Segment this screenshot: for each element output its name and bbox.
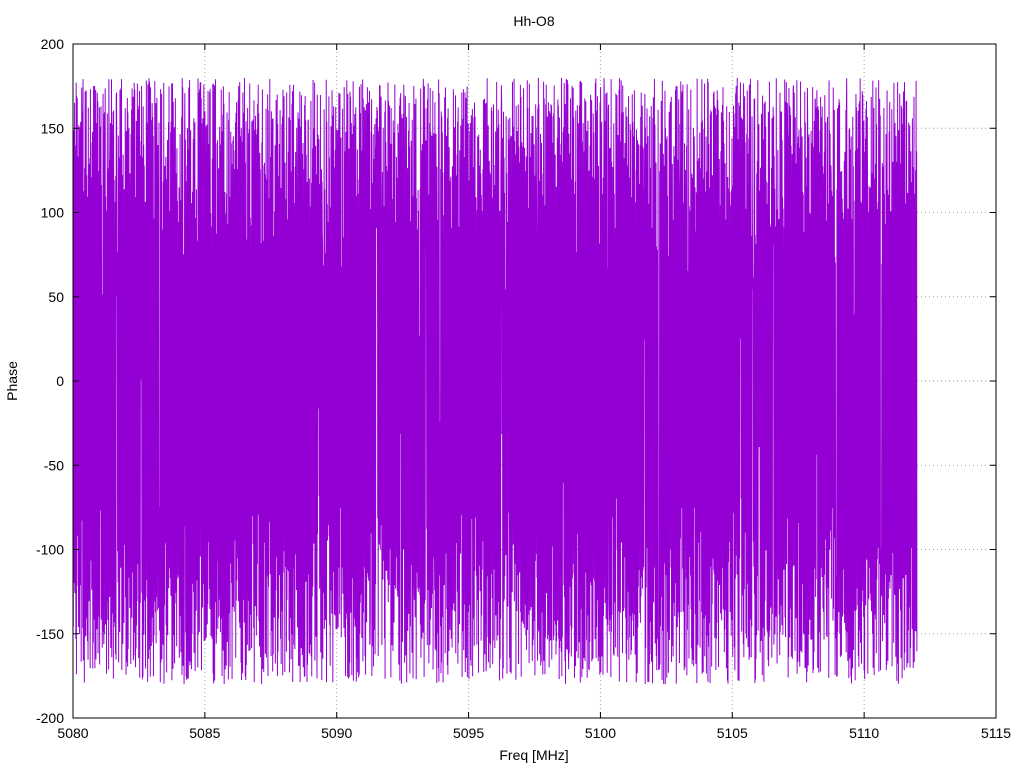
y-tick-label: -50 [44,457,64,473]
x-axis-label: Freq [MHz] [499,747,568,763]
x-tick-label: 5110 [849,725,879,741]
x-tick-label: 5095 [453,725,484,741]
x-tick-label: 5080 [57,725,88,741]
x-tick-label: 5100 [585,725,616,741]
x-tick-label: 5085 [189,725,220,741]
x-tick-label: 5105 [717,725,748,741]
x-tick-label: 5090 [321,725,352,741]
chart-title: Hh-O8 [513,13,554,29]
y-tick-label: -200 [36,710,64,726]
y-tick-label: 50 [48,289,64,305]
series-layer [72,77,918,685]
y-axis-label: Phase [4,361,20,401]
y-tick-label: 200 [41,36,65,52]
phase-chart: 5080 5085 5090 5095 5100 5105 5110 5115 -200 -150… [4,13,1011,763]
y-tick-label: 0 [56,373,64,389]
phase-series-line [72,77,918,685]
y-tick-label: -100 [36,542,64,558]
x-tick-label: 5115 [981,725,1011,741]
chart-container: 5080 5085 5090 5095 5100 5105 5110 5115 -200 -150… [0,0,1024,768]
y-tick-label: 150 [41,120,65,136]
y-tick-label: -150 [36,626,64,642]
y-tick-label: 100 [41,205,65,221]
